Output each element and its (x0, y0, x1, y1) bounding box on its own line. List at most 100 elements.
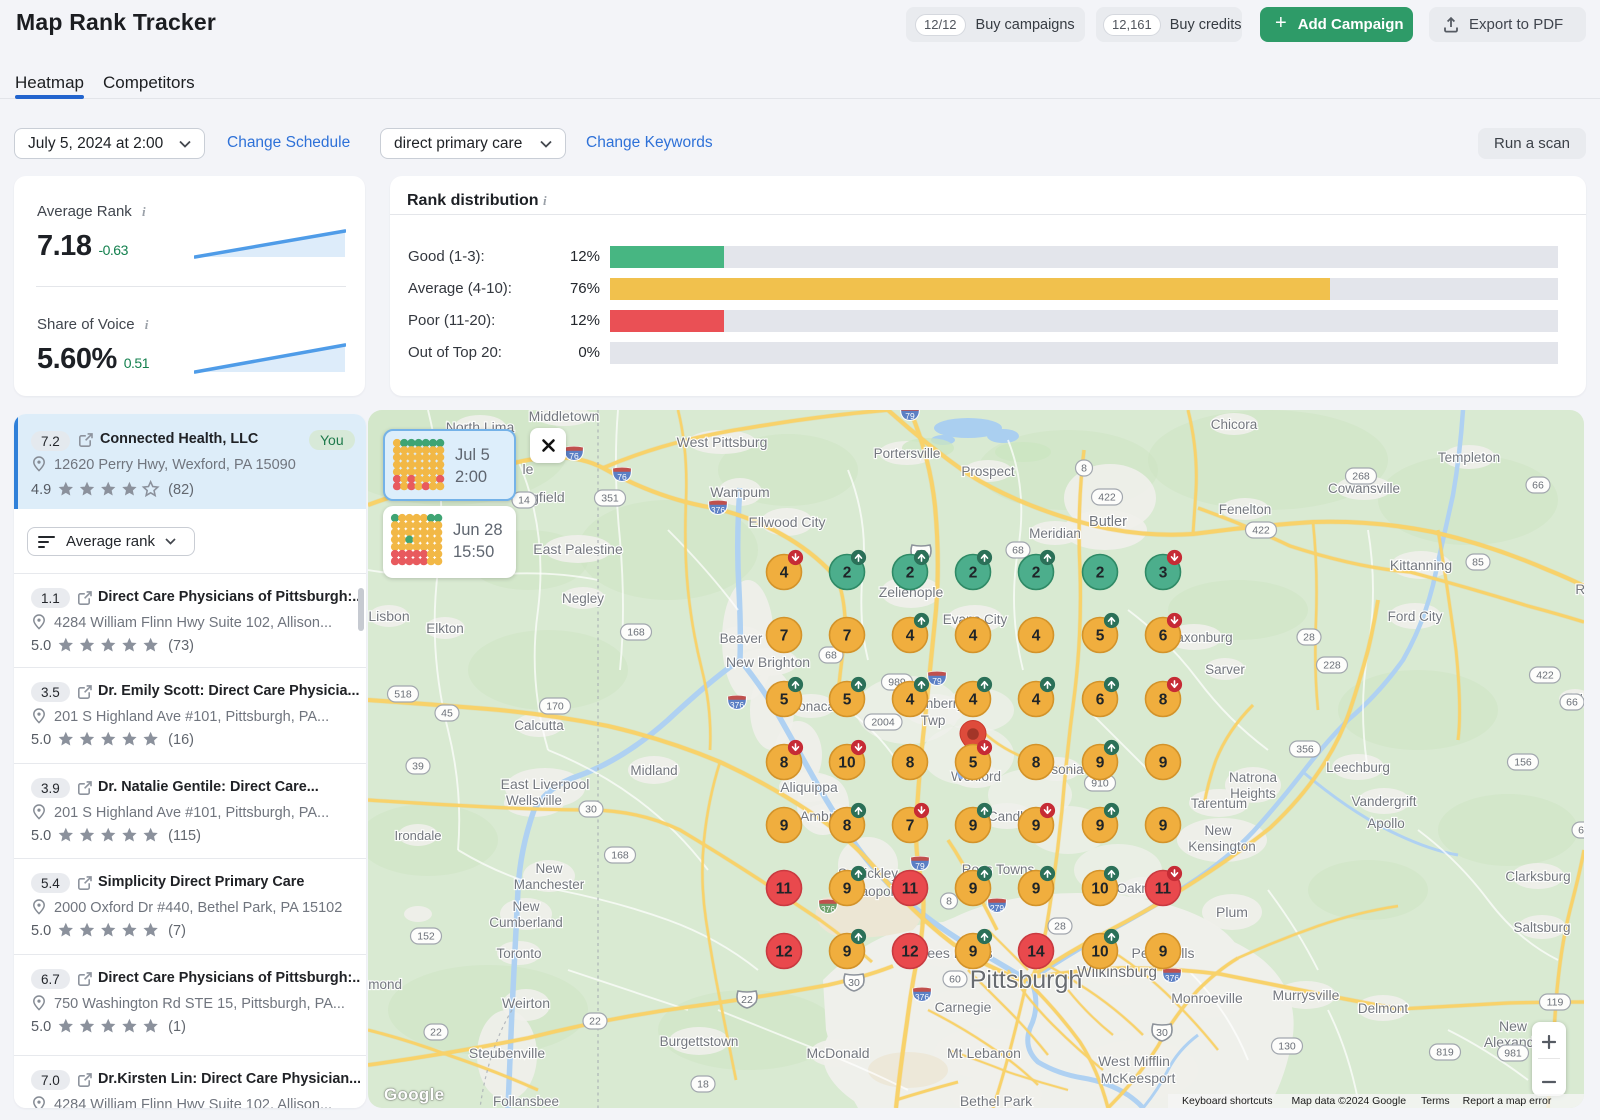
svg-text:7: 7 (843, 628, 852, 645)
svg-text:7: 7 (906, 818, 915, 835)
svg-text:8: 8 (1032, 755, 1041, 772)
svg-text:376: 376 (711, 505, 725, 515)
svg-text:8: 8 (1081, 463, 1087, 475)
svg-text:Tarentum: Tarentum (1191, 796, 1247, 811)
svg-text:New: New (512, 899, 539, 914)
svg-text:9: 9 (1159, 818, 1168, 835)
svg-text:518: 518 (394, 689, 412, 701)
svg-text:9: 9 (969, 818, 978, 835)
svg-text:28: 28 (1303, 632, 1315, 644)
svg-text:9: 9 (1032, 818, 1041, 835)
svg-text:5: 5 (843, 692, 852, 709)
svg-text:45: 45 (441, 708, 453, 720)
svg-text:Midland: Midland (630, 763, 677, 778)
svg-text:West Pittsburg: West Pittsburg (677, 434, 768, 450)
svg-text:Saltsburg: Saltsburg (1513, 920, 1570, 935)
svg-text:Lisbon: Lisbon (368, 608, 409, 624)
svg-text:5: 5 (1096, 628, 1105, 645)
svg-text:376: 376 (730, 700, 744, 710)
svg-text:Steubenville: Steubenville (469, 1045, 545, 1061)
svg-text:68: 68 (1012, 545, 1024, 557)
svg-text:5: 5 (780, 692, 789, 709)
svg-text:East Liverpool: East Liverpool (501, 776, 590, 792)
svg-text:9: 9 (1032, 881, 1041, 898)
svg-text:376: 376 (821, 904, 835, 914)
svg-text:9: 9 (969, 944, 978, 961)
svg-text:2: 2 (906, 565, 915, 582)
svg-text:Clarksburg: Clarksburg (1505, 869, 1570, 884)
svg-text:Pittsburgh: Pittsburgh (970, 966, 1083, 994)
svg-text:9: 9 (1096, 818, 1105, 835)
svg-text:Leechburg: Leechburg (1326, 760, 1390, 775)
svg-text:Wellsville: Wellsville (506, 793, 562, 808)
svg-text:Irondale: Irondale (395, 828, 442, 843)
svg-text:156: 156 (1514, 757, 1532, 769)
svg-text:4: 4 (906, 692, 915, 709)
svg-text:8: 8 (946, 896, 952, 908)
svg-text:Ford City: Ford City (1388, 609, 1443, 624)
svg-text:9: 9 (843, 881, 852, 898)
svg-text:Bethel Park: Bethel Park (960, 1093, 1033, 1108)
svg-text:14: 14 (1027, 944, 1045, 961)
svg-text:422: 422 (1536, 670, 1554, 682)
svg-text:Weirton: Weirton (502, 995, 550, 1011)
svg-text:Cumberland: Cumberland (489, 915, 563, 930)
svg-text:228: 228 (1323, 660, 1341, 672)
svg-text:7: 7 (780, 628, 789, 645)
svg-text:170: 170 (546, 701, 564, 713)
svg-text:chmond: chmond (368, 977, 402, 992)
svg-text:Mt Lebanon: Mt Lebanon (947, 1045, 1021, 1061)
svg-text:2: 2 (1096, 565, 1105, 582)
svg-text:22: 22 (741, 994, 753, 1006)
svg-text:Murrysville: Murrysville (1273, 987, 1340, 1003)
svg-text:22: 22 (589, 1016, 601, 1028)
svg-text:Plum: Plum (1216, 904, 1248, 920)
svg-text:60: 60 (949, 974, 961, 986)
svg-text:14: 14 (518, 495, 530, 507)
svg-text:18: 18 (697, 1079, 709, 1091)
svg-text:Aliquippa: Aliquippa (780, 779, 838, 795)
svg-text:East Palestine: East Palestine (533, 541, 623, 557)
svg-text:85: 85 (1472, 557, 1484, 569)
svg-text:9: 9 (843, 944, 852, 961)
svg-text:422: 422 (1098, 492, 1116, 504)
svg-text:30: 30 (1156, 1027, 1168, 1039)
svg-text:11: 11 (776, 881, 793, 898)
svg-text:268: 268 (1352, 471, 1370, 483)
svg-text:12: 12 (901, 944, 918, 961)
svg-text:422: 422 (1252, 525, 1270, 537)
svg-text:Templeton: Templeton (1438, 450, 1500, 465)
svg-text:Manchester: Manchester (514, 877, 585, 892)
svg-text:9: 9 (780, 818, 789, 835)
svg-text:le: le (523, 461, 534, 477)
svg-text:4: 4 (1032, 692, 1041, 709)
svg-text:Sarver: Sarver (1205, 662, 1245, 677)
svg-text:79: 79 (905, 411, 915, 421)
svg-text:351: 351 (601, 493, 619, 505)
svg-text:4: 4 (780, 565, 789, 582)
svg-text:Vandergrift: Vandergrift (1351, 794, 1416, 809)
svg-text:8: 8 (906, 755, 915, 772)
svg-text:9: 9 (1159, 944, 1168, 961)
svg-text:8: 8 (843, 818, 852, 835)
svg-text:76: 76 (569, 451, 579, 461)
svg-text:Kensington: Kensington (1188, 839, 1256, 854)
svg-text:66: 66 (1578, 825, 1584, 837)
svg-text:Rura: Rura (1575, 582, 1584, 597)
svg-text:Middletown: Middletown (529, 410, 600, 424)
svg-text:376: 376 (1165, 973, 1179, 983)
svg-text:8: 8 (780, 755, 789, 772)
svg-text:6: 6 (1096, 692, 1105, 709)
svg-text:22: 22 (430, 1027, 442, 1039)
svg-text:819: 819 (1436, 1047, 1454, 1059)
svg-text:2: 2 (969, 565, 978, 582)
svg-text:Elkton: Elkton (426, 621, 464, 636)
svg-text:New: New (1204, 823, 1231, 838)
svg-text:119: 119 (1547, 997, 1564, 1009)
svg-text:4: 4 (906, 628, 915, 645)
svg-text:152: 152 (417, 931, 435, 943)
svg-text:Calcutta: Calcutta (514, 718, 564, 733)
svg-text:New: New (1499, 1018, 1528, 1034)
svg-text:Meridian: Meridian (1029, 526, 1081, 541)
svg-text:9: 9 (1096, 755, 1105, 772)
